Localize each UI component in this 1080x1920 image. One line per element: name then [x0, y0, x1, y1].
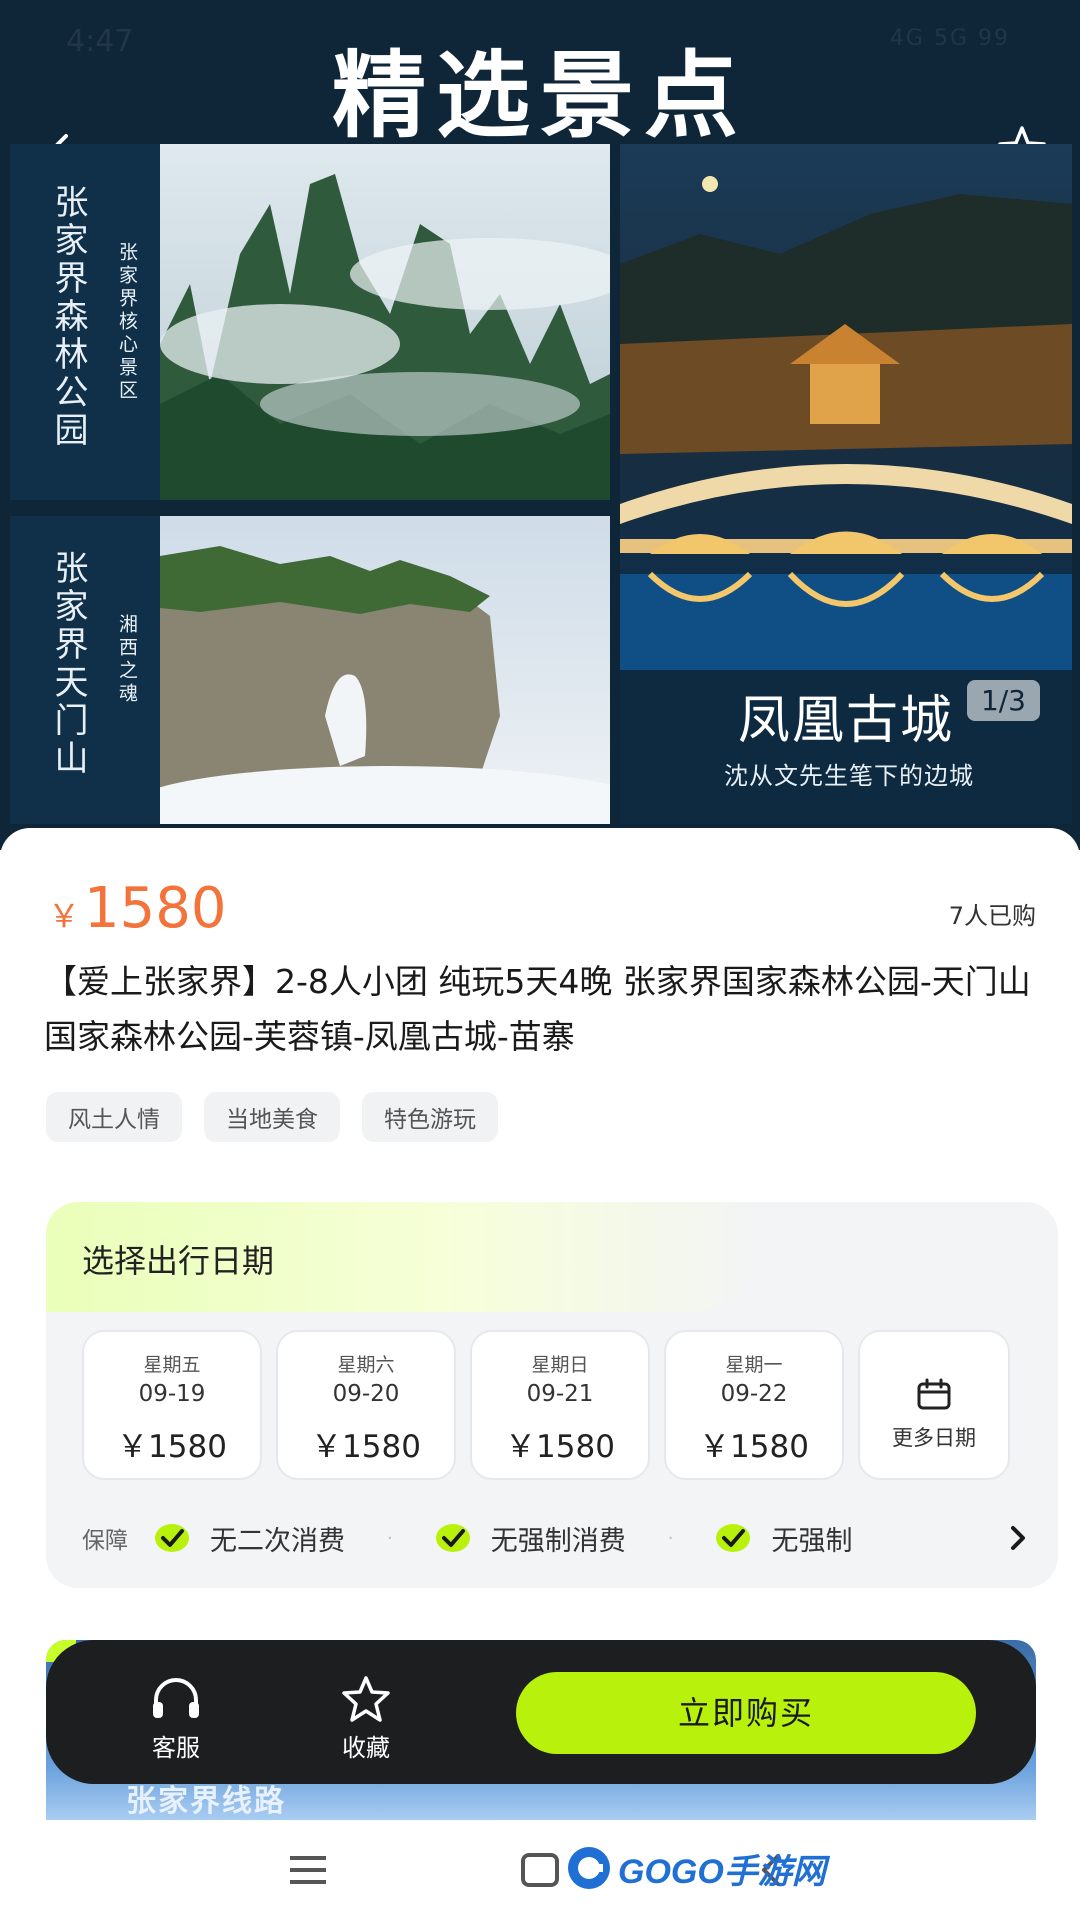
spot-card-forest[interactable]: 张家界森林公园 张家界核心景区 [10, 144, 610, 500]
date-weekday: 星期一 [725, 1354, 783, 1376]
guarantee-text: 无强制消费 [490, 1525, 626, 1557]
headset-icon [153, 1678, 199, 1718]
home-icon[interactable] [518, 1850, 562, 1890]
date-price: ￥1580 [311, 1429, 421, 1465]
date-day: 09-21 [526, 1381, 594, 1407]
guarantee-item: 无强制消费 [435, 1519, 626, 1558]
sold-count: 7人已购 [948, 902, 1036, 930]
check-icon [155, 1524, 189, 1552]
favorite-label: 收藏 [342, 1734, 390, 1762]
bottom-action-bar: 客服 收藏 立即购买 [46, 1640, 1036, 1784]
spot-photo [160, 144, 610, 500]
favorite-button[interactable]: 收藏 [306, 1674, 426, 1763]
spot-subtitle: 湘西之魂 [116, 614, 138, 706]
date-price: ￥1580 [699, 1429, 809, 1465]
spot-name: 凤凰古城 [738, 691, 955, 751]
guarantee-text: 无强制 [771, 1525, 853, 1557]
check-icon [716, 1524, 751, 1552]
customer-service-button[interactable]: 客服 [116, 1674, 236, 1763]
buy-now-button[interactable]: 立即购买 [516, 1672, 976, 1754]
calendar-icon [917, 1378, 951, 1410]
date-selector-title: 选择出行日期 [82, 1242, 275, 1280]
currency-symbol: ￥ [48, 897, 81, 935]
carousel-counter: 1/3 [966, 680, 1040, 721]
guarantee-row[interactable]: 保障 无二次消费 · 无强制消费 · 无强制 [82, 1518, 1032, 1558]
hero-title: 精选景点 [331, 42, 748, 151]
date-price: ￥1580 [505, 1429, 615, 1465]
chevron-right-icon[interactable] [1004, 1518, 1032, 1558]
product-price: ￥1580 [48, 876, 227, 941]
spot-subtitle: 张家界核心景区 [116, 242, 138, 403]
separator-dot: · [667, 1527, 674, 1549]
tag-item: 风土人情 [46, 1092, 182, 1142]
date-weekday: 星期五 [143, 1354, 201, 1376]
date-day: 09-19 [138, 1381, 206, 1407]
spot-name: 张家界森林公园 [48, 184, 88, 450]
separator-dot: · [387, 1527, 393, 1549]
date-weekday: 星期日 [531, 1354, 589, 1376]
tag-item: 特色游玩 [362, 1092, 498, 1142]
more-dates-label: 更多日期 [892, 1426, 976, 1450]
date-day: 09-20 [332, 1381, 400, 1407]
spot-card-fenghuang[interactable]: 凤凰古城 1/3 沈从文先生笔下的边城 [620, 144, 1072, 824]
tag-list: 风土人情 当地美食 特色游玩 [46, 1092, 498, 1142]
spot-subtitle: 沈从文先生笔下的边城 [724, 762, 974, 790]
date-list: 星期五 09-19 ￥1580 星期六 09-20 ￥1580 星期日 09-2… [82, 1330, 1010, 1480]
spot-card-tianmen[interactable]: 张家界天门山 湘西之魂 [10, 516, 610, 824]
guarantee-label: 保障 [82, 1528, 128, 1554]
spot-photo [620, 144, 1072, 670]
guarantee-item: 无二次消费 [154, 1519, 345, 1558]
system-nav-bar [0, 1820, 1080, 1920]
menu-icon[interactable] [286, 1850, 330, 1890]
date-option[interactable]: 星期日 09-21 ￥1580 [470, 1330, 650, 1480]
spot-photo [160, 516, 610, 824]
date-price: ￥1580 [117, 1429, 227, 1465]
date-option[interactable]: 星期六 09-20 ￥1580 [276, 1330, 456, 1480]
date-selector: 选择出行日期 星期五 09-19 ￥1580 星期六 09-20 ￥1580 星… [46, 1202, 1058, 1588]
guarantee-text: 无二次消费 [210, 1525, 345, 1557]
star-outline-icon [342, 1676, 390, 1722]
watermark-text: GOGO手游网 [618, 1852, 826, 1891]
product-title: 【爱上张家界】2-8人小团 纯玩5天4晚 张家界国家森林公园-天门山国家森林公园… [44, 962, 1031, 1056]
date-option[interactable]: 星期五 09-19 ￥1580 [82, 1330, 262, 1480]
watermark: GOGO手游网 [566, 1842, 826, 1894]
check-icon [435, 1524, 470, 1552]
spot-name: 张家界天门山 [48, 550, 88, 778]
customer-service-label: 客服 [152, 1734, 200, 1762]
date-weekday: 星期六 [337, 1354, 395, 1376]
date-option[interactable]: 星期一 09-22 ￥1580 [664, 1330, 844, 1480]
hero-banner: 4:47 4G 5G 99 精选景点 张家界森林公园 张家界核心景区 张家界天门… [0, 0, 1080, 850]
watermark-logo-icon [568, 1847, 610, 1889]
more-dates-button[interactable]: 更多日期 [858, 1330, 1010, 1480]
guarantee-item: 无强制 [715, 1519, 852, 1558]
date-day: 09-22 [720, 1381, 788, 1407]
price-value: 1580 [84, 876, 227, 941]
tag-item: 当地美食 [204, 1092, 340, 1142]
